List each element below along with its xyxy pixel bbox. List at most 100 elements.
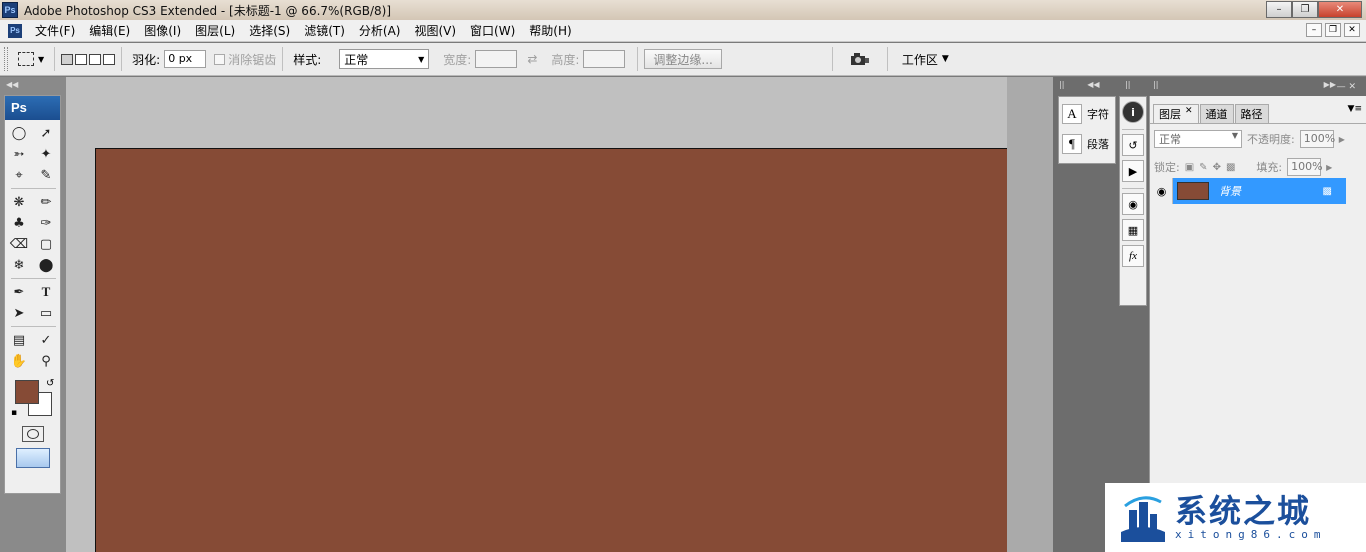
blur-tool-icon[interactable]: ❄: [8, 256, 30, 274]
notes-tool-icon[interactable]: ▤: [8, 331, 30, 349]
foreground-color-swatch[interactable]: [15, 380, 39, 404]
panel-menu-icon[interactable]: ▼≡: [1348, 104, 1362, 114]
tab-channels[interactable]: 通道: [1199, 104, 1234, 123]
close-icon[interactable]: ✕: [1318, 1, 1362, 18]
document-ps-icon[interactable]: Ps: [8, 23, 22, 38]
zoom-tool-icon[interactable]: ⚲: [35, 352, 57, 370]
lock-all-icon[interactable]: ▩: [1226, 162, 1235, 173]
eyedropper-tool-icon[interactable]: ✓: [35, 331, 57, 349]
menu-view[interactable]: 视图(V): [407, 22, 463, 39]
menu-select[interactable]: 选择(S): [242, 22, 297, 39]
opacity-input[interactable]: 100%: [1299, 130, 1335, 148]
style-select[interactable]: 正常 ▼: [339, 49, 430, 69]
workspace-button[interactable]: 工作区 ▼: [902, 51, 949, 68]
intersect-selection-icon[interactable]: [103, 53, 116, 65]
menu-layer[interactable]: 图层(L): [188, 22, 242, 39]
panel-minimize-icon[interactable]: — ✕: [1337, 82, 1356, 92]
crop-tool-icon[interactable]: ⌖: [8, 166, 30, 184]
fill-input[interactable]: 100%: [1287, 158, 1323, 176]
tab-layers[interactable]: 图层 ✕: [1153, 104, 1199, 123]
character-panel-button[interactable]: A 字符: [1059, 100, 1115, 127]
rect-marquee-preset-icon[interactable]: [18, 52, 34, 66]
menu-window[interactable]: 窗口(W): [463, 22, 522, 39]
minimize-icon[interactable]: –: [1266, 1, 1292, 18]
lock-pixels-icon[interactable]: ✎: [1199, 162, 1207, 173]
blend-opacity-row: 正常 ▼ 不透明度: 100% ▶: [1150, 126, 1366, 152]
default-colors-icon[interactable]: ▪: [11, 408, 17, 418]
divider: [831, 47, 833, 71]
height-input[interactable]: [583, 50, 626, 68]
collapse-icon[interactable]: ◀◀: [6, 80, 18, 89]
screen-mode-icon[interactable]: [15, 448, 50, 468]
lasso-tool-icon[interactable]: ➳: [8, 145, 30, 163]
menu-analysis[interactable]: 分析(A): [352, 22, 408, 39]
dock-grip-icon[interactable]: ||: [1125, 80, 1130, 89]
dock-grip-icon[interactable]: || ▶▶: [1153, 80, 1336, 89]
type-tool-icon[interactable]: T: [35, 283, 57, 301]
marquee-tool-icon[interactable]: ◯: [8, 124, 30, 142]
healing-brush-icon[interactable]: ❋: [8, 193, 30, 211]
pen-tool-icon[interactable]: ✒: [8, 283, 30, 301]
close-tab-icon[interactable]: ✕: [1185, 106, 1193, 122]
paragraph-panel-button[interactable]: ¶ 段落: [1059, 130, 1115, 157]
eye-icon[interactable]: ◉: [1151, 178, 1173, 204]
width-input[interactable]: [475, 50, 518, 68]
magic-wand-icon[interactable]: ✦: [35, 145, 57, 163]
dodge-tool-icon[interactable]: ⬤: [35, 256, 57, 274]
gradient-tool-icon[interactable]: ▢: [35, 235, 57, 253]
preset-dropdown-icon[interactable]: ▼: [38, 55, 44, 64]
actions-icon[interactable]: ▶: [1122, 160, 1144, 182]
swatches-icon[interactable]: ▦: [1122, 219, 1144, 241]
bridge-icon[interactable]: [849, 50, 871, 68]
styles-fx-icon[interactable]: fx: [1122, 245, 1144, 267]
clone-stamp-icon[interactable]: ♣: [8, 214, 30, 232]
menu-image[interactable]: 图像(I): [137, 22, 188, 39]
fill-arrow-icon[interactable]: ▶: [1326, 163, 1332, 172]
lock-transparency-icon[interactable]: ▣: [1185, 162, 1194, 173]
eraser-tool-icon[interactable]: ⌫: [8, 235, 30, 253]
antialias-label: 消除锯齿: [228, 52, 277, 67]
menu-edit[interactable]: 编辑(E): [82, 22, 137, 39]
history-icon[interactable]: ↺: [1122, 134, 1144, 156]
info-icon[interactable]: i: [1122, 101, 1144, 123]
path-selection-icon[interactable]: ➤: [8, 304, 30, 322]
tab-paths[interactable]: 路径: [1234, 104, 1269, 123]
lock-options: ▣ ✎ ✥ ▩: [1185, 162, 1236, 173]
add-selection-icon[interactable]: [75, 53, 88, 65]
divider: [886, 47, 888, 71]
refine-edge-button[interactable]: 调整边缘...: [644, 49, 722, 69]
subtract-selection-icon[interactable]: [89, 53, 102, 65]
doc-minimize-icon[interactable]: –: [1306, 23, 1322, 37]
watermark-text: 系统之城 xitong86.com: [1175, 494, 1326, 541]
brush-tool-icon[interactable]: ✏: [35, 193, 57, 211]
swap-dimensions-icon[interactable]: ⇄: [527, 52, 537, 66]
menu-filter[interactable]: 滤镜(T): [297, 22, 352, 39]
shape-tool-icon[interactable]: ▭: [35, 304, 57, 322]
doc-restore-icon[interactable]: ❐: [1325, 23, 1341, 37]
slice-tool-icon[interactable]: ✎: [35, 166, 57, 184]
document-canvas[interactable]: [96, 149, 1007, 552]
restore-icon[interactable]: ❐: [1292, 1, 1318, 18]
panel-dock: || ◀◀ || || ▶▶ A 字符 ¶ 段落 i ↺ ▶ ◉ ▦ fx — …: [1053, 77, 1366, 552]
history-brush-icon[interactable]: ✑: [35, 214, 57, 232]
blend-mode-select[interactable]: 正常 ▼: [1154, 130, 1242, 148]
swap-colors-icon[interactable]: ↺: [46, 378, 54, 389]
divider: [54, 47, 56, 71]
move-tool-icon[interactable]: ➚: [35, 124, 57, 142]
dock-grip-icon[interactable]: || ◀◀: [1059, 80, 1100, 89]
hand-tool-icon[interactable]: ✋: [8, 352, 30, 370]
quick-mask-icon[interactable]: [21, 426, 44, 442]
divider: [1122, 188, 1144, 189]
menu-help[interactable]: 帮助(H): [522, 22, 578, 39]
options-grip[interactable]: [4, 47, 8, 71]
antialias-checkbox[interactable]: [214, 53, 226, 65]
lock-position-icon[interactable]: ✥: [1213, 162, 1221, 173]
opacity-arrow-icon[interactable]: ▶: [1339, 135, 1345, 144]
doc-close-icon[interactable]: ✕: [1344, 23, 1360, 37]
layer-row[interactable]: ◉ 背景 ▩: [1151, 178, 1346, 204]
menu-file[interactable]: 文件(F): [28, 22, 82, 39]
fill-label: 填充:: [1256, 161, 1283, 174]
new-selection-icon[interactable]: [61, 53, 74, 65]
color-palette-icon[interactable]: ◉: [1122, 193, 1144, 215]
feather-input[interactable]: 0 px: [164, 50, 207, 68]
